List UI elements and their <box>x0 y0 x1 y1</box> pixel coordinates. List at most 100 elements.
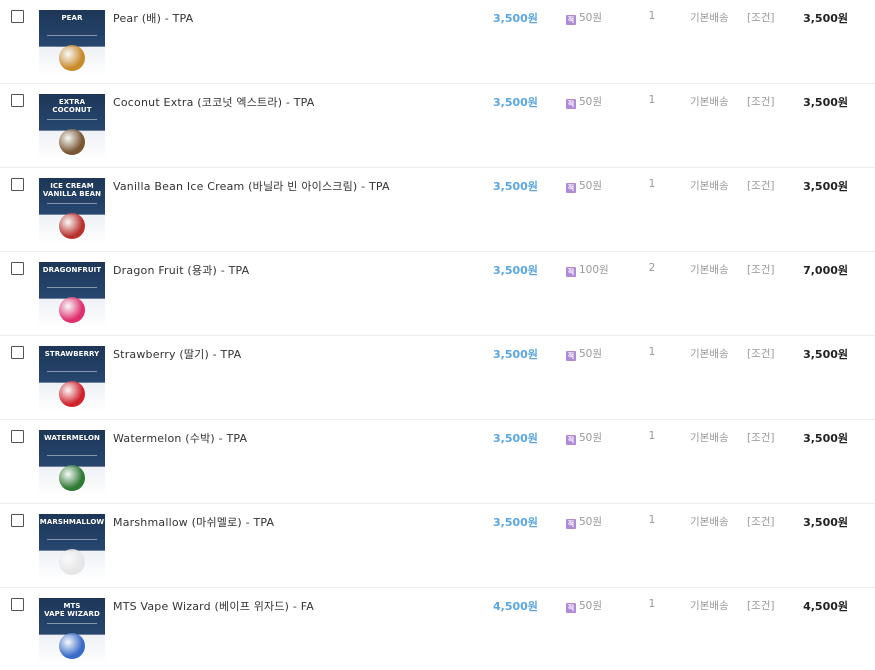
product-name-link[interactable]: Vanilla Bean Ice Cream (바닐라 빈 아이스크림) - T… <box>113 178 390 194</box>
ice-cream-image-icon <box>39 213 105 242</box>
item-select-checkbox[interactable] <box>11 598 24 611</box>
points-value: 적 50원 <box>566 430 602 445</box>
thumbnail-label: MTS VAPE WIZARD <box>44 602 100 618</box>
points-value: 적 50원 <box>566 514 602 529</box>
thumbnail-divider <box>47 371 97 372</box>
shipping-condition-link[interactable]: [조건] <box>747 10 775 25</box>
cart-row: WATERMELON Watermelon (수박) - TPA 3,500원 … <box>0 420 875 504</box>
shipping-condition-link[interactable]: [조건] <box>747 346 775 361</box>
product-thumbnail[interactable]: MARSHMALLOW <box>39 514 105 580</box>
points-amount: 50원 <box>579 600 603 612</box>
marshmallow-image-icon <box>39 549 105 578</box>
points-amount: 50원 <box>579 516 603 528</box>
cart-item-list: PEAR Pear (배) - TPA 3,500원 적 50원 1 기본배송 [… <box>0 0 875 670</box>
cart-row: DRAGONFRUIT Dragon Fruit (용과) - TPA 3,50… <box>0 252 875 336</box>
shipping-type: 기본배송 <box>690 516 729 528</box>
item-total: 3,500원 <box>803 516 848 529</box>
thumbnail-label: DRAGONFRUIT <box>42 266 102 274</box>
points-amount: 50원 <box>579 432 603 444</box>
product-name-link[interactable]: Strawberry (딸기) - TPA <box>113 346 241 362</box>
thumbnail-label: EXTRA COCONUT <box>52 98 92 114</box>
quantity: 1 <box>648 514 656 526</box>
product-thumbnail[interactable]: STRAWBERRY <box>39 346 105 412</box>
product-thumbnail[interactable]: MTS VAPE WIZARD <box>39 598 105 664</box>
shipping-condition-link[interactable]: [조건] <box>747 598 775 613</box>
points-amount: 50원 <box>579 180 603 192</box>
product-thumbnail[interactable]: DRAGONFRUIT <box>39 262 105 328</box>
vape-wizard-image-icon <box>39 633 105 662</box>
pear-image-icon <box>39 45 105 74</box>
item-select-checkbox[interactable] <box>11 430 24 443</box>
points-amount: 50원 <box>579 12 603 24</box>
thumbnail-divider <box>47 539 97 540</box>
item-total: 3,500원 <box>803 12 848 25</box>
points-value: 적 50원 <box>566 598 602 613</box>
unit-price: 3,500원 <box>493 516 538 529</box>
shipping-type: 기본배송 <box>690 180 729 192</box>
product-name-link[interactable]: Pear (배) - TPA <box>113 10 193 26</box>
thumbnail-label: PEAR <box>61 14 83 22</box>
unit-price: 4,500원 <box>493 600 538 613</box>
product-thumbnail[interactable]: PEAR <box>39 10 105 76</box>
shipping-type: 기본배송 <box>690 12 729 24</box>
shipping-condition-link[interactable]: [조건] <box>747 262 775 277</box>
product-name-link[interactable]: Dragon Fruit (용과) - TPA <box>113 262 249 278</box>
shipping-condition-link[interactable]: [조건] <box>747 430 775 445</box>
item-select-checkbox[interactable] <box>11 262 24 275</box>
thumbnail-divider <box>47 455 97 456</box>
watermelon-image-icon <box>39 465 105 494</box>
quantity: 1 <box>648 430 656 442</box>
product-name-link[interactable]: Watermelon (수박) - TPA <box>113 430 247 446</box>
thumbnail-divider <box>47 623 97 624</box>
cart-row: ICE CREAM VANILLA BEAN Vanilla Bean Ice … <box>0 168 875 252</box>
points-value: 적 50원 <box>566 346 602 361</box>
points-value: 적 50원 <box>566 94 602 109</box>
item-select-checkbox[interactable] <box>11 346 24 359</box>
thumbnail-divider <box>47 119 97 120</box>
unit-price: 3,500원 <box>493 432 538 445</box>
item-total: 7,000원 <box>803 264 848 277</box>
cart-row: MARSHMALLOW Marshmallow (마쉬멜로) - TPA 3,5… <box>0 504 875 588</box>
item-select-checkbox[interactable] <box>11 10 24 23</box>
item-total: 3,500원 <box>803 348 848 361</box>
thumbnail-label: ICE CREAM VANILLA BEAN <box>42 182 102 198</box>
product-thumbnail[interactable]: ICE CREAM VANILLA BEAN <box>39 178 105 244</box>
thumbnail-divider <box>47 203 97 204</box>
item-select-checkbox[interactable] <box>11 94 24 107</box>
points-icon: 적 <box>566 183 576 193</box>
quantity: 1 <box>648 346 656 358</box>
product-name-link[interactable]: Coconut Extra (코코넛 엑스트라) - TPA <box>113 94 315 110</box>
product-name-link[interactable]: Marshmallow (마쉬멜로) - TPA <box>113 514 274 530</box>
unit-price: 3,500원 <box>493 12 538 25</box>
shipping-condition-link[interactable]: [조건] <box>747 178 775 193</box>
quantity: 1 <box>648 178 656 190</box>
cart-row: PEAR Pear (배) - TPA 3,500원 적 50원 1 기본배송 [… <box>0 0 875 84</box>
item-total: 3,500원 <box>803 96 848 109</box>
product-thumbnail[interactable]: WATERMELON <box>39 430 105 496</box>
quantity: 2 <box>648 262 656 274</box>
shipping-condition-link[interactable]: [조건] <box>747 514 775 529</box>
unit-price: 3,500원 <box>493 180 538 193</box>
thumbnail-divider <box>47 35 97 36</box>
points-icon: 적 <box>566 267 576 277</box>
unit-price: 3,500원 <box>493 264 538 277</box>
coconut-image-icon <box>39 129 105 158</box>
points-amount: 50원 <box>579 96 603 108</box>
quantity: 1 <box>648 10 656 22</box>
product-thumbnail[interactable]: EXTRA COCONUT <box>39 94 105 160</box>
product-name-link[interactable]: MTS Vape Wizard (베이프 위자드) - FA <box>113 598 314 614</box>
points-amount: 100원 <box>579 264 609 276</box>
points-icon: 적 <box>566 435 576 445</box>
cart-row: MTS VAPE WIZARD MTS Vape Wizard (베이프 위자드… <box>0 588 875 670</box>
points-value: 적 50원 <box>566 10 602 25</box>
thumbnail-label: STRAWBERRY <box>44 350 100 358</box>
unit-price: 3,500원 <box>493 96 538 109</box>
shipping-type: 기본배송 <box>690 600 729 612</box>
quantity: 1 <box>648 598 656 610</box>
points-icon: 적 <box>566 519 576 529</box>
shipping-condition-link[interactable]: [조건] <box>747 94 775 109</box>
item-select-checkbox[interactable] <box>11 514 24 527</box>
item-total: 3,500원 <box>803 432 848 445</box>
item-select-checkbox[interactable] <box>11 178 24 191</box>
shipping-type: 기본배송 <box>690 348 729 360</box>
